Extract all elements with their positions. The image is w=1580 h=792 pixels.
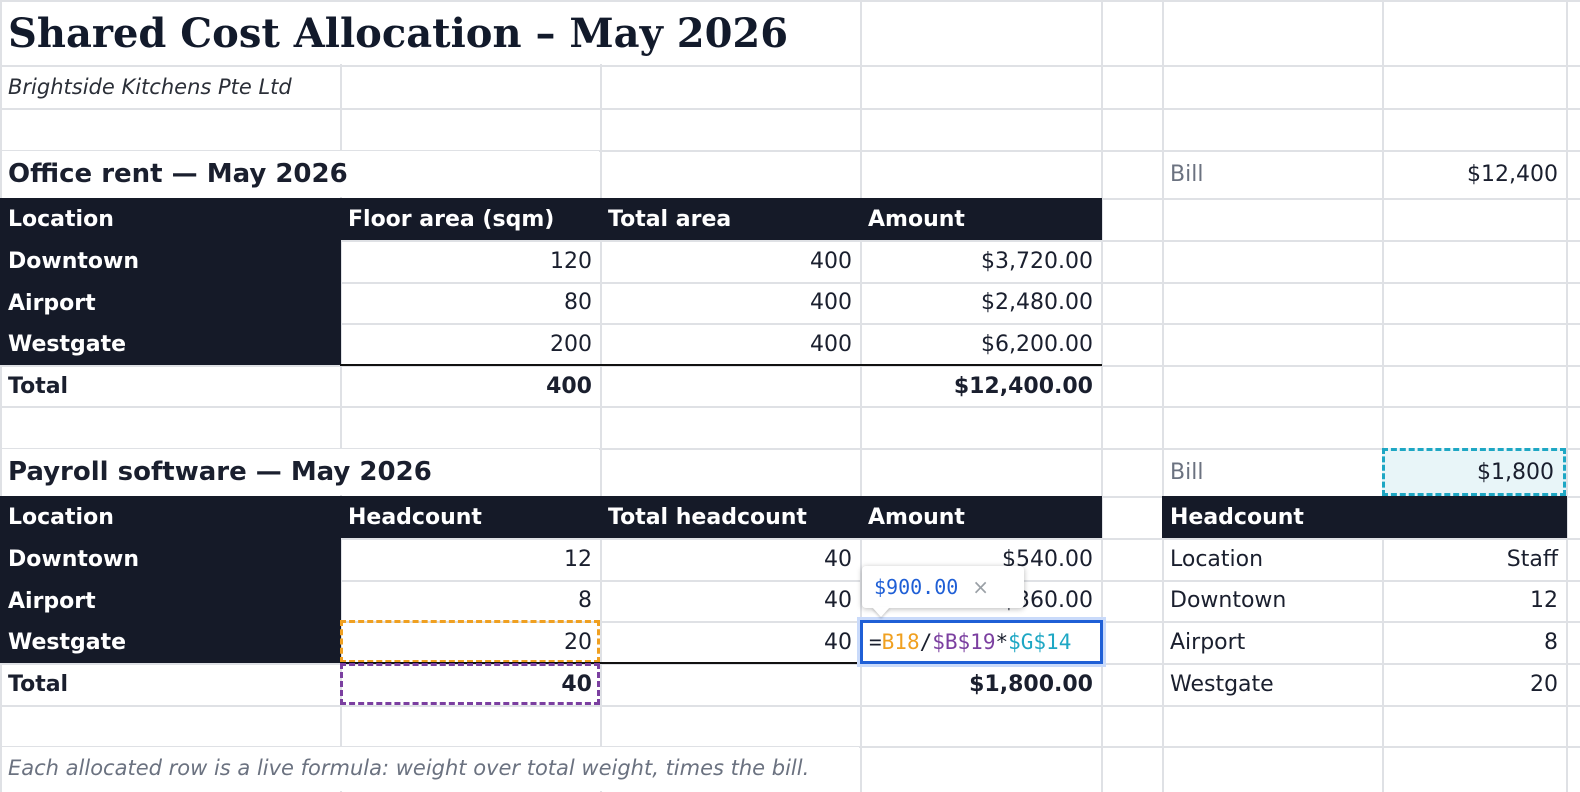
payroll-row-location[interactable]: Westgate: [0, 621, 341, 663]
grid-line: [600, 0, 602, 792]
rent-row-location[interactable]: Westgate: [0, 323, 341, 365]
payroll-header-amount[interactable]: Amount: [860, 496, 1102, 538]
rent-row-total[interactable]: 400: [600, 282, 860, 323]
rent-row-weight[interactable]: 200: [340, 323, 600, 365]
payroll-header-location[interactable]: Location: [0, 496, 341, 538]
rent-header-weight[interactable]: Floor area (sqm): [340, 198, 601, 240]
rent-header-location[interactable]: Location: [0, 198, 341, 240]
lookup-header[interactable]: Headcount: [1162, 496, 1567, 538]
payroll-total-label[interactable]: Total: [0, 664, 340, 705]
lookup-row-location[interactable]: Westgate: [1162, 663, 1382, 705]
payroll-row-weight[interactable]: 12: [340, 538, 600, 580]
rent-row-location[interactable]: Downtown: [0, 240, 341, 282]
rent-row-total[interactable]: 400: [600, 240, 860, 282]
formula-ref-total: $B$19: [932, 630, 996, 654]
formula-ref-bill: $G$14: [1008, 630, 1072, 654]
lookup-col-staff[interactable]: Staff: [1382, 538, 1566, 580]
payroll-row-weight[interactable]: 20: [340, 621, 600, 663]
sheet-title[interactable]: Shared Cost Allocation – May 2026: [0, 2, 860, 65]
payroll-header-total[interactable]: Total headcount: [600, 496, 861, 538]
rent-total-amount[interactable]: $12,400.00: [860, 366, 1101, 406]
rent-row-amount[interactable]: $6,200.00: [860, 323, 1101, 365]
rent-header-amount[interactable]: Amount: [860, 198, 1102, 240]
rent-total-weight[interactable]: 400: [340, 366, 600, 406]
formula-operator: /: [919, 630, 933, 654]
grid-line: [1566, 0, 1568, 792]
payroll-total-weight[interactable]: 40: [340, 664, 600, 705]
payroll-row-weight[interactable]: 8: [340, 580, 600, 621]
formula-preview-value: $900.00: [874, 575, 959, 599]
tooltip-pointer: [872, 607, 890, 617]
rent-total-label[interactable]: Total: [0, 366, 340, 406]
payroll-bill-label[interactable]: Bill: [1162, 448, 1382, 496]
lookup-row-location[interactable]: Downtown: [1162, 580, 1382, 621]
formula-operator: *: [995, 630, 1009, 654]
formula-ref-weight: B18: [881, 630, 920, 654]
formula-preview-tooltip: $900.00 ×: [862, 566, 1024, 608]
payroll-bill-value[interactable]: $1,800: [1382, 448, 1562, 496]
payroll-row-location[interactable]: Airport: [0, 580, 341, 622]
rent-bill-label[interactable]: Bill: [1162, 150, 1382, 198]
rent-row-total[interactable]: 400: [600, 323, 860, 365]
rent-row-weight[interactable]: 80: [340, 282, 600, 323]
payroll-row-location[interactable]: Downtown: [0, 538, 341, 580]
grid-line: [1101, 0, 1103, 792]
rent-row-amount[interactable]: $2,480.00: [860, 282, 1101, 323]
grid-line: [0, 705, 1580, 707]
grid-line: [0, 108, 1580, 110]
payroll-row-total[interactable]: 40: [600, 580, 860, 621]
lookup-row-staff[interactable]: 20: [1382, 663, 1566, 705]
cell-formula-editor[interactable]: = B18 / $B$19 * $G$14: [860, 620, 1103, 664]
rent-row-location[interactable]: Airport: [0, 282, 341, 324]
lookup-row-staff[interactable]: 12: [1382, 580, 1566, 621]
rent-row-amount[interactable]: $3,720.00: [860, 240, 1101, 282]
lookup-col-location[interactable]: Location: [1162, 538, 1382, 580]
close-icon[interactable]: ×: [972, 575, 989, 599]
rent-section-heading[interactable]: Office rent — May 2026: [0, 150, 600, 198]
formula-equals: =: [869, 630, 882, 654]
company-name[interactable]: Brightside Kitchens Pte Ltd: [0, 66, 340, 108]
lookup-row-staff[interactable]: 8: [1382, 621, 1566, 663]
payroll-row-total[interactable]: 40: [600, 621, 860, 663]
payroll-row-total[interactable]: 40: [600, 538, 860, 580]
payroll-total-amount[interactable]: $1,800.00: [860, 664, 1101, 705]
payroll-section-heading[interactable]: Payroll software — May 2026: [0, 448, 600, 496]
rent-bill-value[interactable]: $12,400: [1382, 150, 1566, 198]
rent-header-total[interactable]: Total area: [600, 198, 861, 240]
payroll-header-weight[interactable]: Headcount: [340, 496, 601, 538]
lookup-row-location[interactable]: Airport: [1162, 621, 1382, 663]
grid-line: [0, 406, 1580, 408]
footnote[interactable]: Each allocated row is a live formula: we…: [0, 746, 860, 790]
rent-row-weight[interactable]: 120: [340, 240, 600, 282]
